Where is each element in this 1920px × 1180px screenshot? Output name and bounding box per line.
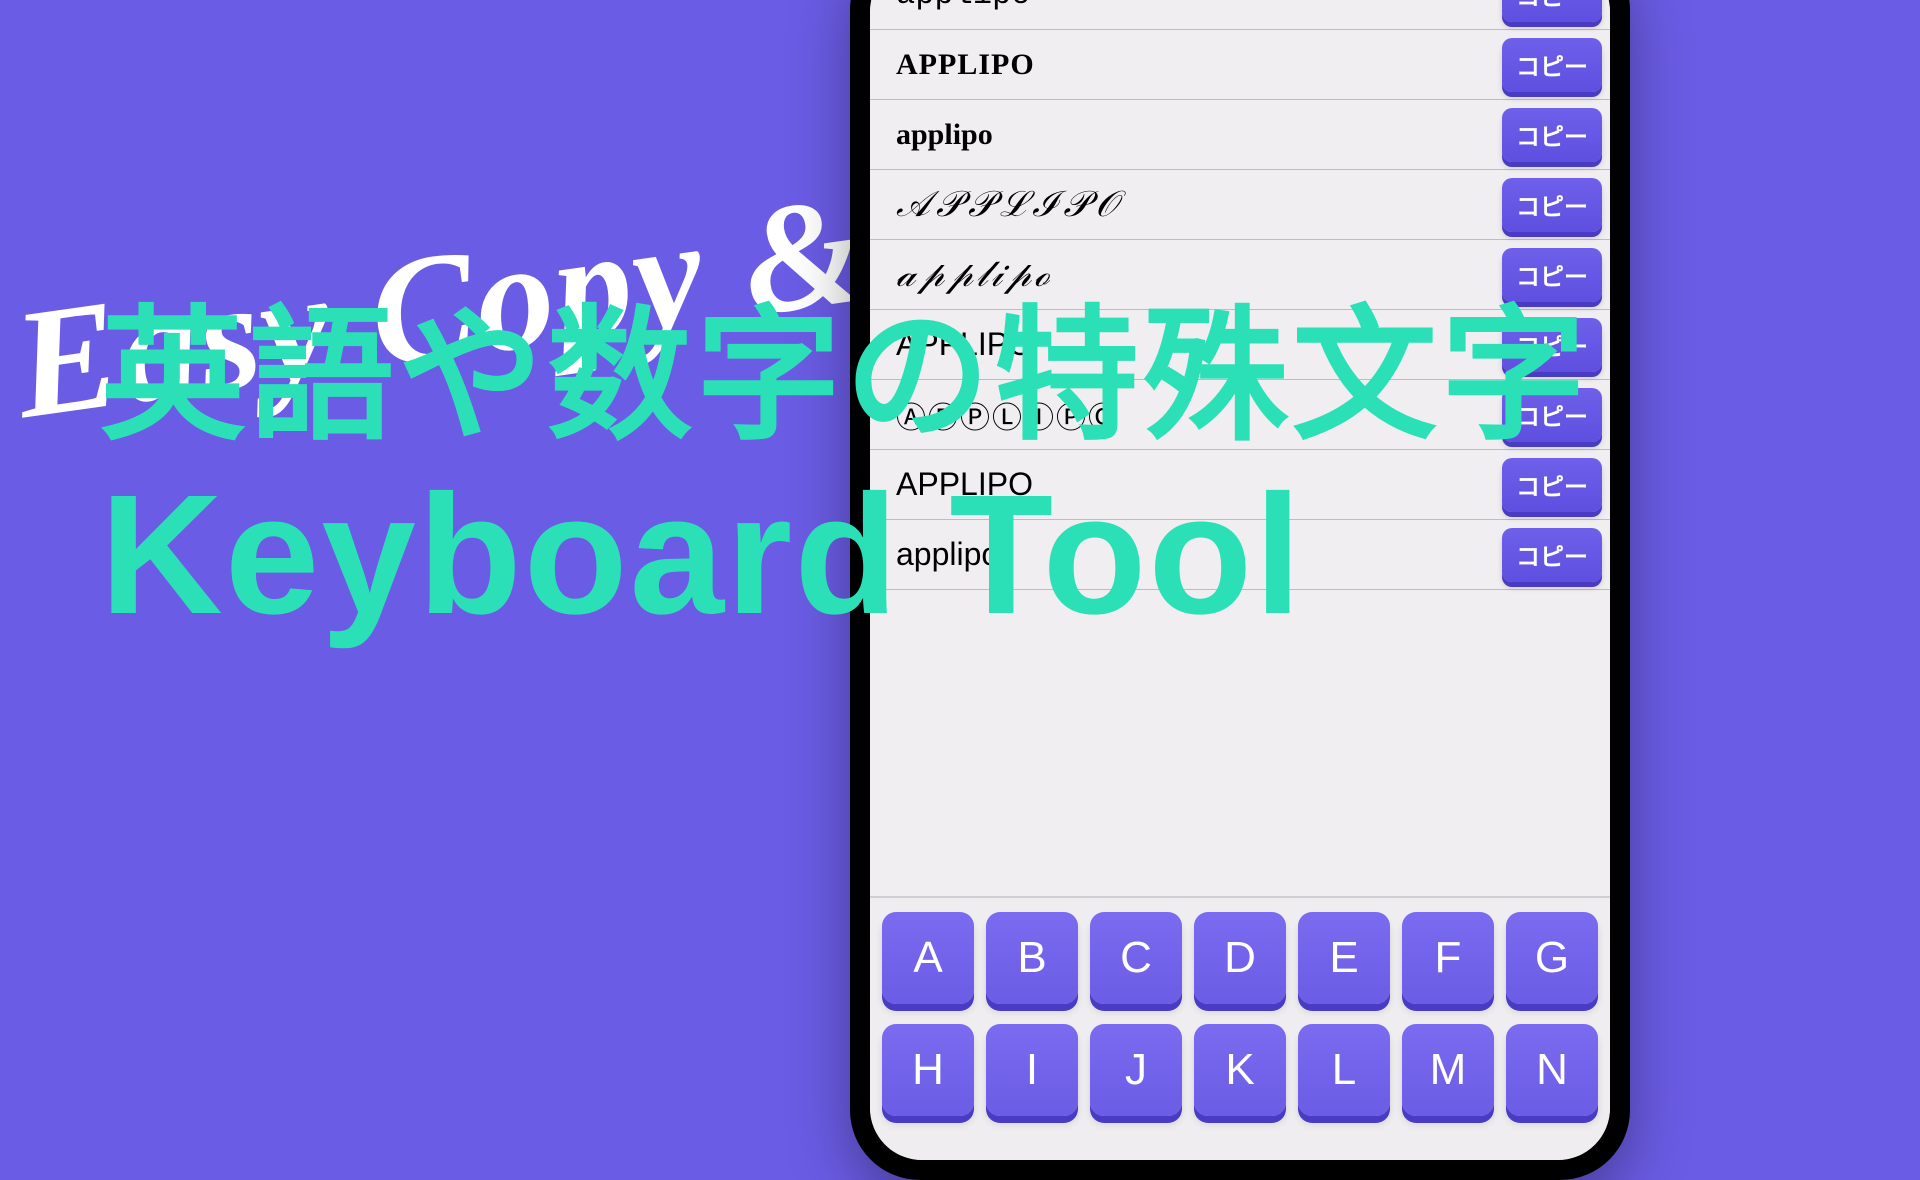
sample-text: APPLIPO: [896, 48, 1035, 82]
list-item: 𝒜𝒫𝒫ℒℐ𝒫𝒪 コピー: [870, 170, 1610, 240]
key-e[interactable]: E: [1298, 912, 1390, 1004]
list-item: applipo コピー: [870, 0, 1610, 30]
copy-button[interactable]: コピー: [1502, 38, 1602, 92]
sample-text: applipo: [896, 0, 1030, 13]
keyboard-panel: A B C D E F G H I J K L M N: [870, 896, 1610, 1160]
phone-screen: applipo コピー APPLIPO コピー applipo コピー 𝒜𝒫𝒫ℒ…: [870, 0, 1610, 1160]
copy-button[interactable]: コピー: [1502, 178, 1602, 232]
sample-text: 𝒶𝓅𝓅𝓁𝒾𝓅ℴ: [896, 253, 1053, 296]
key-l[interactable]: L: [1298, 1024, 1390, 1116]
copy-button[interactable]: コピー: [1502, 0, 1602, 22]
copy-button[interactable]: コピー: [1502, 108, 1602, 162]
sample-text: applipo: [896, 118, 993, 152]
key-g[interactable]: G: [1506, 912, 1598, 1004]
key-b[interactable]: B: [986, 912, 1078, 1004]
copy-button[interactable]: コピー: [1502, 248, 1602, 302]
key-k[interactable]: K: [1194, 1024, 1286, 1116]
list-item: applipo コピー: [870, 100, 1610, 170]
keyboard-row: A B C D E F G: [880, 912, 1600, 1004]
copy-button[interactable]: コピー: [1502, 318, 1602, 372]
sample-text: applipo: [896, 536, 999, 573]
list-item: APPLIPO コピー: [870, 310, 1610, 380]
sample-text: 𝒜𝒫𝒫ℒℐ𝒫𝒪: [896, 183, 1124, 226]
key-c[interactable]: C: [1090, 912, 1182, 1004]
copy-button[interactable]: コピー: [1502, 528, 1602, 582]
copy-button[interactable]: コピー: [1502, 458, 1602, 512]
keyboard-row: H I J K L M N: [880, 1024, 1600, 1116]
sample-text: APPLIPO: [896, 466, 1033, 503]
list-item: 𝒶𝓅𝓅𝓁𝒾𝓅ℴ コピー: [870, 240, 1610, 310]
key-f[interactable]: F: [1402, 912, 1494, 1004]
sample-text: APPLIPO: [896, 326, 1033, 363]
list-item: ⒶⓅⓅⓁⒾⓅⓄ コピー: [870, 380, 1610, 450]
sample-text: ⒶⓅⓅⓁⒾⓅⓄ: [896, 393, 1120, 437]
phone-frame: applipo コピー APPLIPO コピー applipo コピー 𝒜𝒫𝒫ℒ…: [850, 0, 1630, 1180]
font-sample-list: applipo コピー APPLIPO コピー applipo コピー 𝒜𝒫𝒫ℒ…: [870, 0, 1610, 896]
key-i[interactable]: I: [986, 1024, 1078, 1116]
key-j[interactable]: J: [1090, 1024, 1182, 1116]
list-item: APPLIPO コピー: [870, 30, 1610, 100]
list-item: applipo コピー: [870, 520, 1610, 590]
key-m[interactable]: M: [1402, 1024, 1494, 1116]
key-n[interactable]: N: [1506, 1024, 1598, 1116]
list-item: APPLIPO コピー: [870, 450, 1610, 520]
copy-button[interactable]: コピー: [1502, 388, 1602, 442]
key-d[interactable]: D: [1194, 912, 1286, 1004]
key-a[interactable]: A: [882, 912, 974, 1004]
key-h[interactable]: H: [882, 1024, 974, 1116]
